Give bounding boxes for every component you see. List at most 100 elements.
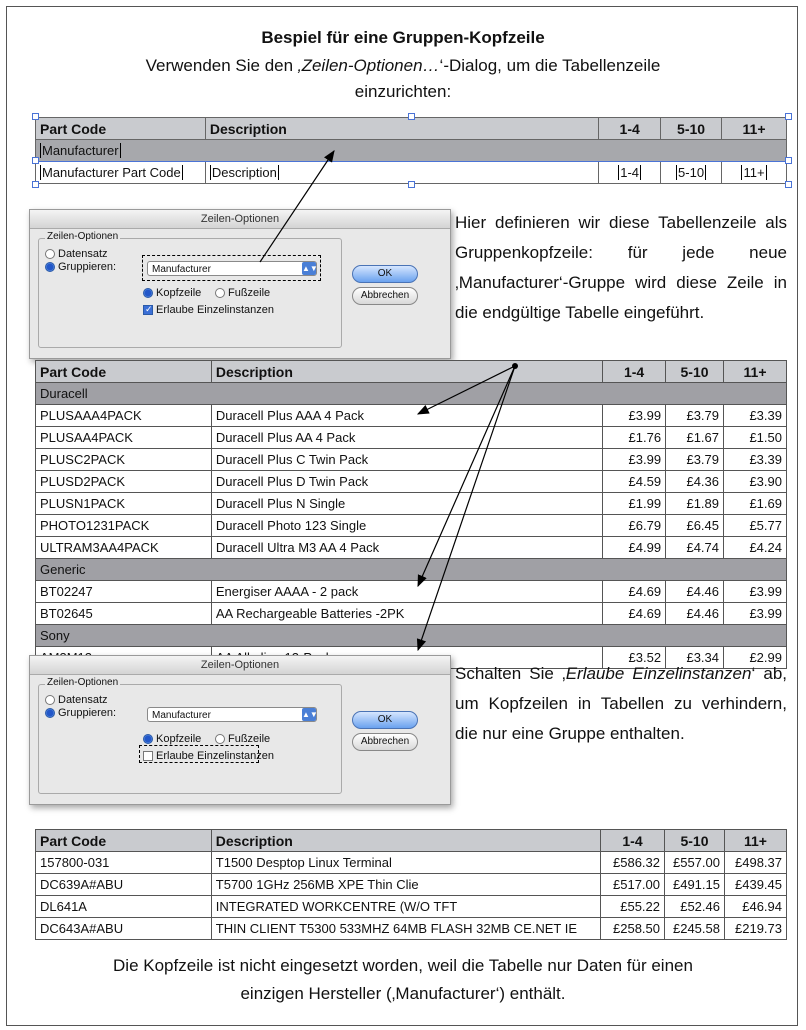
table-cell: £3.90	[723, 470, 787, 493]
result-table-single-group: Part Code Description 1-4 5-10 11+ 157800-031…	[35, 829, 788, 940]
selection-handle[interactable]	[785, 181, 792, 188]
table-cell: £586.32	[600, 851, 665, 874]
table-cell: £4.36	[665, 470, 725, 493]
table-cell: £4.99	[602, 536, 667, 559]
column-header: Part Code	[35, 360, 212, 383]
selection-handle[interactable]	[32, 157, 39, 164]
group-header-row: Duracell	[35, 382, 787, 405]
highlight-dashed-box	[142, 255, 321, 281]
column-header: 1-4	[600, 829, 665, 852]
table-cell: £4.74	[665, 536, 725, 559]
radio-selected-icon[interactable]	[45, 262, 55, 272]
radio-icon[interactable]	[45, 249, 55, 259]
radio-footer[interactable]: Fußzeile	[215, 733, 270, 745]
cancel-button[interactable]: Abbrechen	[352, 287, 418, 305]
table-row: PLUSN1PACK Duracell Plus N Single £1.99 £1.…	[35, 492, 787, 515]
table-cell: DC639A#ABU	[35, 873, 212, 896]
field-qty-5-10[interactable]: 5-10	[676, 165, 707, 180]
table-cell: AA Rechargeable Batteries -2PK	[210, 602, 604, 625]
table-cell: Energiser AAAA - 2 pack	[210, 580, 604, 603]
radio-selected-icon[interactable]	[143, 734, 153, 744]
column-header: 11+	[723, 360, 787, 383]
table-cell: £4.24	[723, 536, 787, 559]
result-table-multi-group: Part Code Description 1-4 5-10 11+ Duracell PL…	[35, 360, 787, 669]
intro-line1: Verwenden Sie den ‚Zeilen-Optionen…‘-Dia…	[145, 56, 661, 75]
table-row: DC639A#ABU T5700 1GHz 256MB XPE Thin Clie…	[35, 873, 788, 896]
radio-group[interactable]: Gruppieren:	[45, 261, 116, 273]
column-header: 11+	[723, 829, 788, 852]
intro-title: Bespiel für eine Gruppen-Kopfzeile	[261, 28, 545, 47]
field-qty-1-4[interactable]: 1-4	[618, 165, 642, 180]
template-table[interactable]: Part Code Description 1-4 5-10 11+ Manuf…	[35, 117, 787, 184]
description-group-header: Hier definieren wir diese Tabellenzeile …	[455, 213, 787, 322]
table-cell: £1.89	[665, 492, 725, 515]
radio-record[interactable]: Datensatz	[45, 694, 108, 706]
group-name: Duracell	[35, 382, 787, 405]
allow-single-instances-checkbox[interactable]: Erlaube Einzelinstanzen	[143, 304, 274, 316]
column-header: 1-4	[602, 360, 667, 383]
fieldset-legend: Zeilen-Optionen	[45, 231, 121, 242]
footer-line2: einzigen Hersteller (‚Manufacturer‘) ent…	[240, 984, 566, 1003]
radio-icon[interactable]	[215, 734, 225, 744]
column-header: Part Code	[35, 829, 212, 852]
table-cell: Duracell Plus AAA 4 Pack	[210, 404, 604, 427]
radio-header[interactable]: Kopfzeile	[143, 287, 201, 299]
table-cell: £1.69	[723, 492, 787, 515]
table-row: PHOTO1231PACK Duracell Photo 123 Single £6…	[35, 514, 787, 537]
selection-handle[interactable]	[32, 181, 39, 188]
table-cell: ULTRAM3AA4PACK	[35, 536, 212, 559]
radio-footer[interactable]: Fußzeile	[215, 287, 270, 299]
table-cell: Duracell Plus AA 4 Pack	[210, 426, 604, 449]
table-cell: PLUSAAA4PACK	[35, 404, 212, 427]
radio-selected-icon[interactable]	[143, 288, 153, 298]
selection-handle[interactable]	[408, 113, 415, 120]
radio-group[interactable]: Gruppieren:	[45, 707, 116, 719]
table-cell: Duracell Plus D Twin Pack	[210, 470, 604, 493]
column-header: Description	[210, 829, 602, 852]
selection-handle[interactable]	[785, 113, 792, 120]
column-header: 5-10	[665, 360, 725, 383]
table-cell: PHOTO1231PACK	[35, 514, 212, 537]
radio-icon[interactable]	[215, 288, 225, 298]
table-cell: £3.99	[602, 448, 667, 471]
table-cell: £258.50	[600, 917, 665, 940]
field-qty-11plus[interactable]: 11+	[741, 165, 767, 180]
field-description[interactable]: Description	[209, 165, 279, 180]
group-field-select[interactable]: Manufacturer ▲▼	[147, 707, 318, 722]
table-cell: Duracell Photo 123 Single	[210, 514, 604, 537]
radio-header[interactable]: Kopfzeile	[143, 733, 201, 745]
table-cell: THIN CLIENT T5300 533MHZ 64MB FLASH 32MB…	[210, 917, 602, 940]
intro-line2: einzurichten:	[354, 82, 452, 101]
checkbox-checked-icon[interactable]	[143, 304, 153, 315]
table-cell: £5.77	[723, 514, 787, 537]
selection-handle[interactable]	[408, 181, 415, 188]
table-row: PLUSC2PACK Duracell Plus C Twin Pack £3.99…	[35, 448, 787, 471]
ok-button[interactable]: OK	[352, 265, 418, 283]
table-row: PLUSAA4PACK Duracell Plus AA 4 Pack £1.76 £…	[35, 426, 787, 449]
table-cell: £1.99	[602, 492, 667, 515]
table-cell: £1.76	[602, 426, 667, 449]
template-group-row[interactable]: Manufacturer	[35, 139, 787, 162]
fieldset-legend: Zeilen-Optionen	[45, 677, 121, 688]
table-cell: £517.00	[600, 873, 665, 896]
column-header: 5-10	[664, 829, 725, 852]
selection-handle[interactable]	[32, 113, 39, 120]
dialog-title: Zeilen-Optionen	[30, 656, 450, 675]
intro: Bespiel für eine Gruppen-Kopfzeile Verwe…	[0, 28, 806, 106]
radio-selected-icon[interactable]	[45, 708, 55, 718]
table-cell: T5700 1GHz 256MB XPE Thin Clie	[210, 873, 602, 896]
field-manufacturer-part-code[interactable]: Manufacturer Part Code	[40, 165, 183, 180]
table-cell: £6.45	[665, 514, 725, 537]
radio-icon[interactable]	[45, 695, 55, 705]
table-row: PLUSAAA4PACK Duracell Plus AAA 4 Pack £3.9…	[35, 404, 787, 427]
table-row: 157800-031 T1500 Desptop Linux Terminal £5…	[35, 851, 788, 874]
ok-button[interactable]: OK	[352, 711, 418, 729]
manufacturer-field[interactable]: Manufacturer	[40, 143, 121, 158]
table-cell: DC643A#ABU	[35, 917, 212, 940]
chevron-down-icon[interactable]: ▲▼	[302, 708, 318, 721]
selection-handle[interactable]	[785, 157, 792, 164]
cancel-button[interactable]: Abbrechen	[352, 733, 418, 751]
radio-record[interactable]: Datensatz	[45, 248, 108, 260]
header-description: Description	[204, 117, 600, 140]
table-cell: £3.99	[602, 404, 667, 427]
